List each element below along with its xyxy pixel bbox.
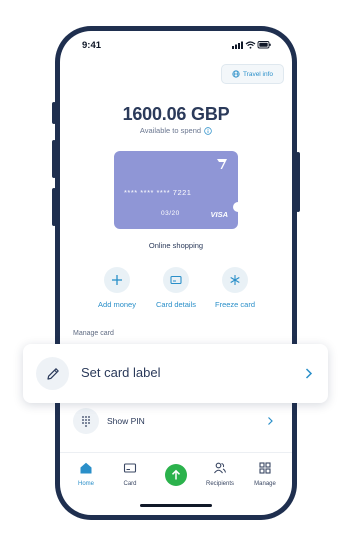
signal-icon [232,41,243,49]
freeze-card-button[interactable]: Freeze card [202,267,268,317]
card-number: **** **** **** 7221 [124,188,192,197]
chevron-right-icon [268,417,273,425]
info-icon[interactable] [204,126,212,135]
wifi-icon [245,41,256,49]
add-money-icon-circle [104,267,130,293]
pencil-icon [46,367,59,380]
add-money-label: Add money [98,300,136,309]
nav-item-card[interactable]: Card [108,461,152,487]
snowflake-icon [230,275,240,285]
phone-side-button-left-3 [52,188,56,226]
chevron-right-icon [305,368,313,379]
card-expiry: 03/20 [161,210,180,217]
available-caption: Available to spend [139,126,202,135]
arrow-up-icon [171,469,181,480]
nav-item-manage[interactable]: Manage [243,461,287,487]
grid-icon [259,462,271,474]
nav-item-home[interactable]: Home [64,461,108,487]
home-icon [80,462,92,474]
show-pin-label: Show PIN [107,416,145,426]
status-icons [232,41,271,49]
phone-side-button-left-1 [52,102,56,124]
keypad-icon-circle [73,408,99,434]
nav-divider [60,452,292,453]
nav-label-recipients: Recipients [205,481,234,487]
freeze-card-icon-circle [222,267,248,293]
set-card-label-row[interactable]: Set card label [23,344,328,403]
pencil-icon-circle [36,357,69,390]
card-caption: Online shopping [148,241,204,250]
freeze-card-label: Freeze card [214,300,256,309]
card-icon [123,463,137,473]
card-details-icon-circle [163,267,189,293]
keypad-icon [82,416,90,427]
travel-info-label: Travel info [242,70,274,78]
card-details-label: Card details [155,300,197,309]
phone-side-button-right [296,152,300,212]
nav-label-manage: Manage [254,481,276,487]
available-caption-row: Available to spend [60,126,292,135]
card-network: VISA [210,210,228,219]
card-details-button[interactable]: Card details [143,267,209,317]
set-card-label-text: Set card label [81,365,161,380]
nav-label-card: Card [123,481,137,487]
manage-card-heading: Manage card [73,330,114,337]
phone-side-button-left-2 [52,140,56,178]
status-time: 9:41 [82,40,102,51]
add-money-button[interactable]: Add money [84,267,150,317]
home-indicator [140,504,212,507]
travel-info-button[interactable]: Travel info [221,64,284,84]
recipients-icon [214,462,226,474]
nav-label-home: Home [77,481,94,487]
phone-screen: 9:41 Travel info 1600.06 GBP Available t… [60,31,292,515]
show-pin-row[interactable]: Show PIN [60,408,292,436]
battery-icon [257,41,271,49]
payment-card[interactable]: **** **** **** 7221 03/20 VISA [114,151,243,229]
plus-icon [112,275,122,285]
send-money-button[interactable] [165,464,187,486]
balance-amount: 1600.06 GBP [122,104,230,124]
brand-flag-icon [217,159,227,169]
globe-icon [232,70,240,78]
nav-item-recipients[interactable]: Recipients [198,461,242,487]
card-notch [233,202,243,212]
card-icon [170,275,182,285]
